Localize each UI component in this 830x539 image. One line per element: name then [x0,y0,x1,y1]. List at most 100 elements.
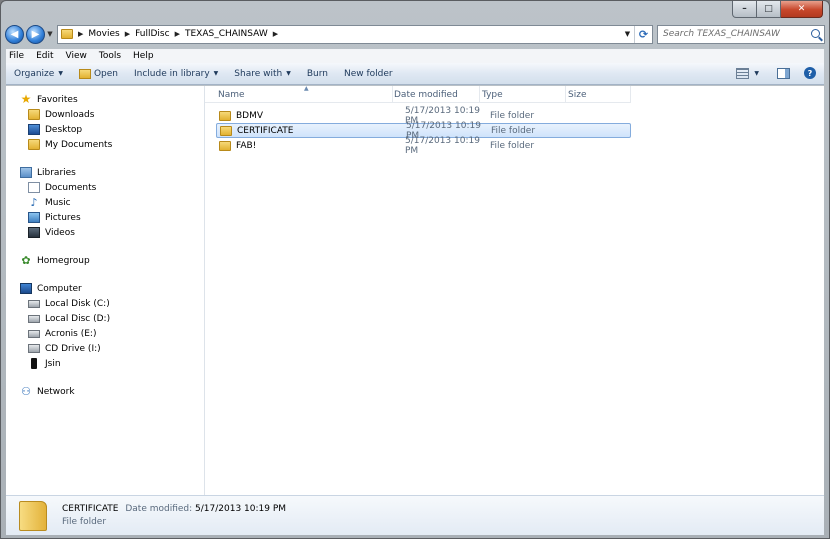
details-name-line: CERTIFICATE Date modified: 5/17/2013 10:… [62,504,286,514]
nav-label: Local Disk (C:) [45,298,110,309]
file-name: FAB! [236,140,257,151]
nav-documents[interactable]: Documents [6,180,204,195]
navigation-pane: ★ Favorites Downloads Desktop My Documen… [6,86,205,495]
explorer-window: – □ ✕ ◀ ▶ ▼ ▶ Movies ▶ FullDisc ▶ TEXAS_… [0,0,830,539]
chevron-down-icon: ▼ [58,70,63,77]
search-icon[interactable] [811,28,820,38]
include-in-library-button[interactable]: Include in library ▼ [134,69,218,79]
address-bar[interactable]: ▶ Movies ▶ FullDisc ▶ TEXAS_CHAINSAW ▶ ▼… [57,24,653,44]
menu-bar: File Edit View Tools Help [6,49,824,63]
refresh-icon[interactable]: ⟳ [634,25,652,43]
nav-label: Downloads [45,109,95,120]
nav-label: My Documents [45,139,113,150]
menu-view[interactable]: View [66,51,87,61]
nav-local-disc-d[interactable]: Local Disc (D:) [6,311,204,326]
nav-my-documents[interactable]: My Documents [6,137,204,152]
file-list: ▲ Name Date modified Type Size BDMV 5/17… [205,85,824,495]
file-row-fab[interactable]: FAB! 5/17/2013 10:19 PM File folder [216,135,631,156]
breadcrumb-movies[interactable]: Movies [88,29,119,39]
hard-disk-icon [28,329,40,338]
pictures-icon [28,212,40,223]
nav-label: Jsin [45,358,61,369]
file-type: File folder [490,110,535,121]
recent-pages-dropdown[interactable]: ▼ [45,30,55,38]
file-name-cell: CERTIFICATE [217,125,404,136]
maximize-button[interactable]: □ [757,1,781,18]
nav-label: Videos [45,227,75,238]
breadcrumb-separator[interactable]: ▶ [78,30,83,38]
breadcrumb-separator[interactable]: ▶ [175,30,180,38]
chevron-down-icon[interactable]: ▼ [754,70,759,77]
column-name[interactable]: Name [205,86,393,103]
command-bar: Organize ▼ Open Include in library ▼ Sha… [6,63,824,85]
nav-group-favorites: ★ Favorites Downloads Desktop My Documen… [6,92,204,152]
new-folder-label: New folder [343,68,393,79]
star-icon: ★ [20,92,32,106]
menu-file[interactable]: File [9,51,24,61]
nav-desktop[interactable]: Desktop [6,122,204,137]
nav-pictures[interactable]: Pictures [6,210,204,225]
nav-computer[interactable]: Computer [6,281,204,296]
minimize-button[interactable]: – [732,1,757,18]
breadcrumb-fulldisc[interactable]: FullDisc [135,29,169,39]
breadcrumb-texas-chainsaw[interactable]: TEXAS_CHAINSAW [185,29,268,39]
breadcrumb-separator[interactable]: ▶ [273,30,278,38]
open-button[interactable]: Open [78,68,118,79]
documents-folder-icon [28,139,40,150]
nav-homegroup[interactable]: ✿ Homegroup [6,253,204,268]
nav-favorites[interactable]: ★ Favorites [6,92,204,107]
file-date: 5/17/2013 10:19 PM [405,135,480,156]
libraries-icon [20,167,32,178]
menu-help[interactable]: Help [133,51,154,61]
nav-group-network: ⚇ Network [6,384,204,399]
file-name: BDMV [236,110,264,121]
forward-button[interactable]: ▶ [26,24,45,44]
details-date-label: Date modified: [125,504,193,514]
nav-network[interactable]: ⚇ Network [6,384,204,399]
share-with-button[interactable]: Share with ▼ [234,69,291,79]
nav-jsin[interactable]: Jsin [6,356,204,371]
nav-acronis-e[interactable]: Acronis (E:) [6,326,204,341]
menu-edit[interactable]: Edit [36,51,53,61]
details-type: File folder [62,517,107,527]
homegroup-icon: ✿ [21,254,31,267]
nav-group-libraries: Libraries Documents ♪ Music Pictures Vid… [6,165,204,240]
breadcrumb-separator[interactable]: ▶ [125,30,130,38]
burn-button[interactable]: Burn [307,69,328,79]
nav-videos[interactable]: Videos [6,225,204,240]
address-row: ◀ ▶ ▼ ▶ Movies ▶ FullDisc ▶ TEXAS_CHAINS… [5,23,825,45]
file-type: File folder [491,125,536,136]
column-size[interactable]: Size [566,86,631,103]
organize-label: Organize [14,68,55,79]
column-type[interactable]: Type [480,86,566,103]
menu-tools[interactable]: Tools [99,51,121,61]
chevron-down-icon: ▼ [213,70,219,77]
close-button[interactable]: ✕ [781,1,823,18]
nav-label: Pictures [45,212,81,223]
nav-local-disk-c[interactable]: Local Disk (C:) [6,296,204,311]
computer-icon [20,283,32,294]
folder-icon [220,125,232,136]
address-history-dropdown[interactable]: ▼ [620,30,634,38]
main-area: ★ Favorites Downloads Desktop My Documen… [6,85,824,495]
back-button[interactable]: ◀ [5,24,24,44]
nav-label: Local Disc (D:) [45,313,111,324]
new-folder-button[interactable]: New folder [344,69,393,79]
nav-music[interactable]: ♪ Music [6,195,204,210]
preview-pane-icon[interactable] [777,67,790,79]
column-date-modified[interactable]: Date modified [393,86,480,103]
nav-label: Desktop [45,124,83,135]
nav-label: Documents [45,182,97,193]
search-box[interactable] [657,24,825,44]
downloads-folder-icon [28,109,40,120]
search-input[interactable] [663,29,803,39]
organize-button[interactable]: Organize ▼ [14,69,63,79]
help-icon[interactable]: ? [804,67,816,79]
change-view-icon[interactable] [736,67,750,79]
nav-cd-drive-i[interactable]: CD Drive (I:) [6,341,204,356]
nav-label: Music [45,197,71,208]
nav-libraries[interactable]: Libraries [6,165,204,180]
nav-downloads[interactable]: Downloads [6,107,204,122]
sort-ascending-icon: ▲ [304,85,309,92]
folder-icon [61,29,73,39]
